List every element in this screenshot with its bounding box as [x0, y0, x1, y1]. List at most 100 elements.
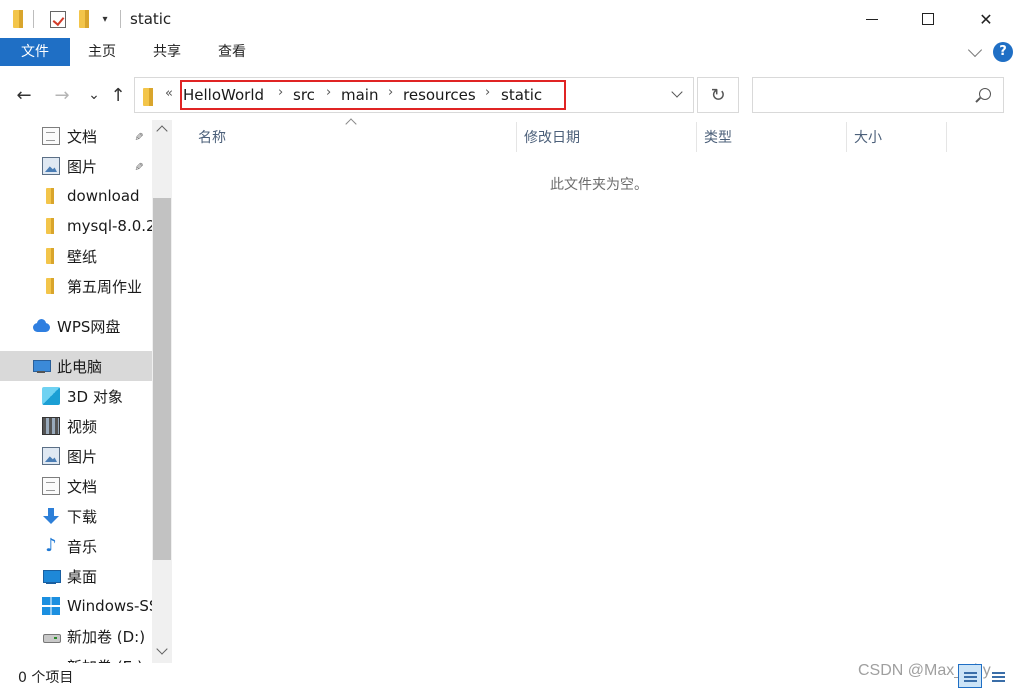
column-divider[interactable]: [696, 122, 697, 152]
tab-file[interactable]: 文件: [0, 38, 70, 66]
large-icons-view-icon[interactable]: [986, 664, 1010, 688]
column-header-date-modified[interactable]: 修改日期: [524, 126, 580, 150]
ribbon: 文件 主页 共享 查看 ?: [0, 38, 1018, 68]
tab-home[interactable]: 主页: [88, 38, 116, 66]
sidebar-item-label: 壁纸: [67, 247, 98, 266]
sidebar-item[interactable]: 视频: [0, 411, 152, 441]
toolbar-divider: [33, 10, 34, 28]
sidebar-item-label: 图片: [67, 447, 98, 466]
column-divider[interactable]: [516, 122, 517, 152]
desktop-icon: [42, 567, 61, 585]
sidebar-item[interactable]: 新加卷 (E:): [0, 651, 152, 664]
breadcrumb-resources[interactable]: resources: [403, 86, 476, 104]
sidebar-item[interactable]: WPS网盘: [0, 311, 152, 341]
breadcrumb-overflow[interactable]: «: [165, 86, 173, 101]
breadcrumb-main[interactable]: main: [341, 86, 378, 104]
sidebar-item-label: 文档: [67, 477, 98, 496]
forward-button[interactable]: →: [50, 82, 74, 108]
details-view-icon[interactable]: [958, 664, 982, 688]
close-button[interactable]: ✕: [957, 0, 1015, 38]
folder-icon: [42, 217, 60, 235]
nav-scrollbar-thumb[interactable]: [153, 198, 171, 560]
column-header-size[interactable]: 大小: [854, 126, 882, 150]
sidebar-item[interactable]: 图片: [0, 441, 152, 471]
window-title: static: [130, 10, 172, 28]
new-folder-icon[interactable]: [76, 9, 92, 29]
music-icon: ♪: [45, 535, 57, 556]
computer-icon: [32, 357, 51, 375]
sidebar-item[interactable]: 桌面: [0, 561, 152, 591]
sidebar-item[interactable]: 第五周作业: [0, 271, 152, 301]
sidebar-item[interactable]: 壁纸: [0, 241, 152, 271]
3d-objects-icon: [42, 387, 60, 405]
video-icon: [42, 417, 60, 435]
sidebar-item-label: 3D 对象: [67, 387, 123, 406]
sidebar-item-label: 视频: [67, 417, 98, 436]
recent-locations-dropdown[interactable]: ⌄: [82, 82, 106, 108]
drive-icon: [42, 657, 60, 663]
address-bar[interactable]: « HelloWorld › src › main › resources › …: [134, 77, 694, 113]
customize-quick-access-dropdown[interactable]: ▾: [98, 9, 112, 29]
breadcrumb-helloworld[interactable]: HelloWorld: [183, 86, 264, 104]
column-header-type[interactable]: 类型: [704, 126, 732, 150]
tab-share[interactable]: 共享: [153, 38, 181, 66]
breadcrumb-separator[interactable]: ›: [388, 85, 393, 100]
address-history-chevron-icon[interactable]: [671, 86, 683, 98]
picture-icon: [42, 447, 60, 465]
sidebar-item-label: 新加卷 (D:): [67, 627, 146, 646]
sidebar-item[interactable]: 此电脑: [0, 351, 152, 381]
tab-view[interactable]: 查看: [218, 38, 246, 66]
help-icon[interactable]: ?: [993, 42, 1013, 62]
minimize-icon: [866, 18, 878, 20]
expand-ribbon-chevron-icon[interactable]: [967, 42, 983, 58]
document-icon: [42, 127, 60, 145]
sidebar-item[interactable]: 3D 对象: [0, 381, 152, 411]
search-input[interactable]: [752, 77, 1004, 113]
sidebar-item[interactable]: Windows-SSD: [0, 591, 152, 621]
windows-drive-icon: [42, 597, 60, 615]
sidebar-item[interactable]: mysql-8.0.2: [0, 211, 152, 241]
sidebar-item-label: 文档: [67, 127, 98, 146]
view-switcher: [958, 664, 1010, 688]
column-divider[interactable]: [946, 122, 947, 152]
breadcrumb-separator[interactable]: ›: [326, 85, 331, 100]
sidebar-item[interactable]: 下载: [0, 501, 152, 531]
sidebar-item[interactable]: 文档: [0, 471, 152, 501]
picture-icon: [42, 157, 60, 175]
sidebar-item-label: 此电脑: [57, 357, 103, 376]
download-icon: [42, 507, 60, 525]
toolbar-divider: [120, 10, 121, 28]
folder-icon: [143, 88, 153, 106]
properties-icon[interactable]: [48, 9, 68, 29]
cloud-icon: [32, 317, 50, 335]
pin-icon[interactable]: ✎: [132, 131, 145, 140]
column-divider[interactable]: [846, 122, 847, 152]
refresh-button[interactable]: ↻: [697, 77, 739, 113]
sidebar-item-label: WPS网盘: [57, 317, 121, 336]
maximize-icon: [922, 13, 934, 25]
sidebar-item[interactable]: ♪ 音乐: [0, 531, 152, 561]
maximize-button[interactable]: [899, 0, 957, 38]
breadcrumb-src[interactable]: src: [293, 86, 315, 104]
sidebar-item-label: 音乐: [67, 537, 98, 556]
folder-icon: [42, 247, 60, 265]
sidebar-item[interactable]: 新加卷 (D:): [0, 621, 152, 651]
navigation-pane: 文档 ✎ 图片 ✎ download mysql-8.0.2 壁纸 第五周作业 WPS网盘 此电脑…: [0, 120, 172, 663]
breadcrumb-separator[interactable]: ›: [485, 85, 490, 100]
pin-icon[interactable]: ✎: [132, 161, 145, 170]
column-header-name[interactable]: 名称: [198, 126, 226, 150]
status-item-count: 0 个项目: [18, 670, 74, 686]
sidebar-item-label: 第五周作业: [67, 277, 143, 296]
search-icon[interactable]: [979, 88, 991, 100]
breadcrumb-separator[interactable]: ›: [278, 85, 283, 100]
folder-icon: [10, 9, 26, 29]
folder-icon: [42, 277, 60, 295]
sidebar-item-label: 下载: [67, 507, 98, 526]
minimize-button[interactable]: [843, 0, 901, 38]
drive-icon: [42, 627, 61, 645]
breadcrumb-static[interactable]: static: [501, 86, 542, 104]
title-bar: ▾ static ✕: [0, 0, 1018, 38]
up-button[interactable]: ↑: [106, 82, 130, 108]
back-button[interactable]: ←: [12, 82, 36, 108]
sidebar-item[interactable]: 文档 ✎: [0, 121, 152, 151]
